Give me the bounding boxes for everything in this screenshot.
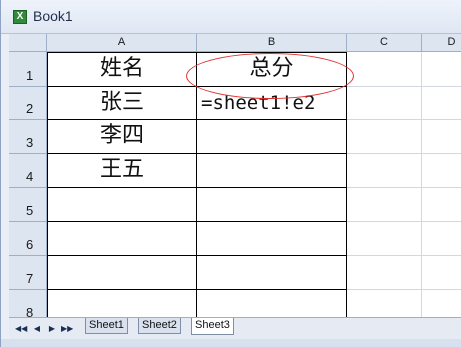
cell-a2-text: 张三 bbox=[99, 90, 144, 115]
row-header-7[interactable]: 7 bbox=[9, 256, 47, 290]
cell-c8[interactable] bbox=[347, 290, 422, 317]
last-sheet-nav-icon[interactable]: ▶▶ bbox=[61, 323, 73, 335]
prev-sheet-nav-icon[interactable]: ◀ bbox=[32, 323, 42, 335]
cell-d3[interactable] bbox=[422, 120, 461, 154]
cell-d5[interactable] bbox=[422, 188, 461, 222]
cell-c5[interactable] bbox=[347, 188, 422, 222]
cell-a8[interactable] bbox=[47, 290, 197, 317]
sheet-tab-bar: ◀◀ ◀ ▶ ▶▶ Sheet1 Sheet2 Sheet3 bbox=[9, 317, 461, 339]
row-header-5[interactable]: 5 bbox=[9, 188, 47, 222]
sheet-tab-sheet1[interactable]: Sheet1 bbox=[85, 318, 128, 334]
sheet-tab-sheet2[interactable]: Sheet2 bbox=[138, 318, 181, 334]
excel-icon: X bbox=[13, 10, 27, 24]
cell-c7[interactable] bbox=[347, 256, 422, 290]
excel-window: X Book1 A B C D 1 2 3 4 5 6 7 8 姓名 总分 张三… bbox=[0, 0, 461, 347]
window-title: Book1 bbox=[33, 8, 73, 24]
cell-a7[interactable] bbox=[47, 256, 197, 290]
cell-b8[interactable] bbox=[197, 290, 347, 317]
cell-a6[interactable] bbox=[47, 222, 197, 256]
column-header-b[interactable]: B bbox=[197, 34, 347, 52]
cell-b1-text: 总分 bbox=[249, 56, 294, 81]
cell-b4[interactable] bbox=[197, 154, 347, 188]
column-header-a[interactable]: A bbox=[47, 34, 197, 52]
cell-a3[interactable]: 李四 bbox=[47, 120, 197, 154]
cell-a1-text: 姓名 bbox=[99, 56, 144, 81]
cell-b1[interactable]: 总分 bbox=[197, 52, 347, 87]
cell-b2[interactable]: =sheet1!e2 bbox=[197, 87, 347, 120]
cell-d7[interactable] bbox=[422, 256, 461, 290]
row-header-1[interactable]: 1 bbox=[9, 52, 47, 87]
cell-a3-text: 李四 bbox=[99, 123, 144, 148]
row-number: 6 bbox=[26, 237, 34, 252]
row-number: 4 bbox=[26, 169, 34, 184]
cell-a1[interactable]: 姓名 bbox=[47, 52, 197, 87]
row-header-2[interactable]: 2 bbox=[9, 87, 47, 120]
cell-d2[interactable] bbox=[422, 87, 461, 120]
column-header-d[interactable]: D bbox=[422, 34, 461, 52]
next-sheet-nav-icon[interactable]: ▶ bbox=[47, 323, 57, 335]
cell-d4[interactable] bbox=[422, 154, 461, 188]
row-header-4[interactable]: 4 bbox=[9, 154, 47, 188]
row-header-6[interactable]: 6 bbox=[9, 222, 47, 256]
row-number: 5 bbox=[26, 203, 34, 218]
row-number: 8 bbox=[26, 305, 34, 317]
cell-b2-formula: =sheet1!e2 bbox=[201, 92, 316, 114]
select-all-corner[interactable] bbox=[9, 34, 47, 52]
cell-a2[interactable]: 张三 bbox=[47, 87, 197, 120]
cell-d6[interactable] bbox=[422, 222, 461, 256]
title-bar: X Book1 bbox=[1, 0, 461, 34]
column-header-c[interactable]: C bbox=[347, 34, 422, 52]
spreadsheet-grid[interactable]: A B C D 1 2 3 4 5 6 7 8 姓名 总分 张三 =sheet1… bbox=[9, 34, 461, 317]
cell-b3[interactable] bbox=[197, 120, 347, 154]
cell-c3[interactable] bbox=[347, 120, 422, 154]
cell-c1[interactable] bbox=[347, 52, 422, 87]
cell-a5[interactable] bbox=[47, 188, 197, 222]
cell-b7[interactable] bbox=[197, 256, 347, 290]
cell-a4[interactable]: 王五 bbox=[47, 154, 197, 188]
cell-b6[interactable] bbox=[197, 222, 347, 256]
status-strip bbox=[1, 339, 461, 347]
cell-c6[interactable] bbox=[347, 222, 422, 256]
row-number: 2 bbox=[26, 101, 34, 116]
row-number: 3 bbox=[26, 135, 34, 150]
row-header-3[interactable]: 3 bbox=[9, 120, 47, 154]
cell-d8[interactable] bbox=[422, 290, 461, 317]
cell-a4-text: 王五 bbox=[99, 157, 144, 182]
row-number: 7 bbox=[26, 271, 34, 286]
cell-d1[interactable] bbox=[422, 52, 461, 87]
sheet-tab-sheet3[interactable]: Sheet3 bbox=[191, 318, 234, 335]
cell-c4[interactable] bbox=[347, 154, 422, 188]
row-header-8[interactable]: 8 bbox=[9, 290, 47, 317]
row-number: 1 bbox=[26, 68, 34, 83]
cell-b5[interactable] bbox=[197, 188, 347, 222]
cell-c2[interactable] bbox=[347, 87, 422, 120]
first-sheet-nav-icon[interactable]: ◀◀ bbox=[15, 323, 27, 335]
